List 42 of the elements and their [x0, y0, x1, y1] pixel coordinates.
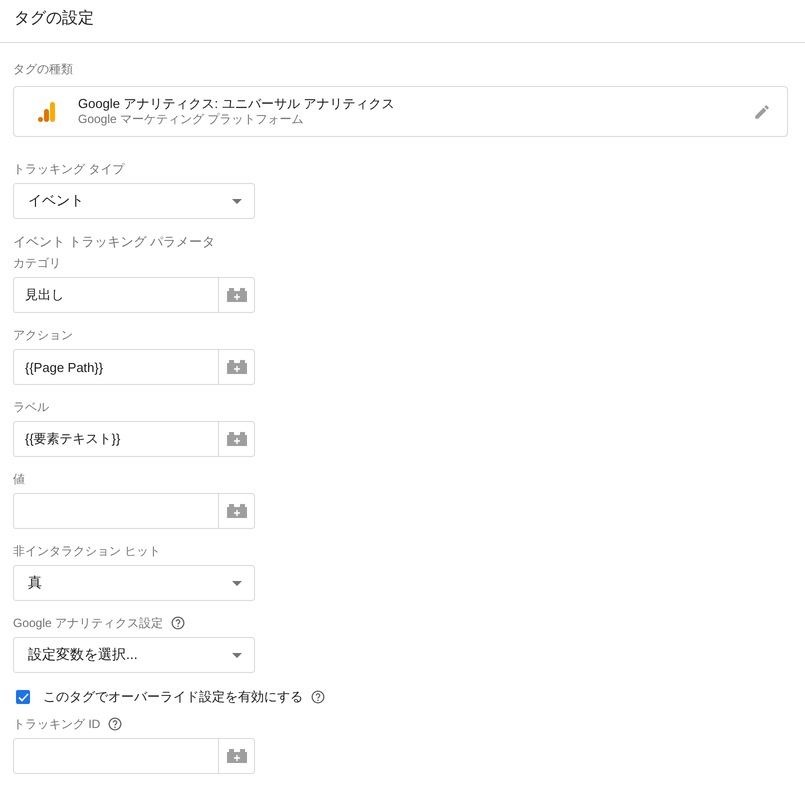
field-label: 非インタラクション ヒット: [13, 543, 160, 560]
dropdown-select[interactable]: 真: [13, 565, 255, 601]
insert-variable-button[interactable]: [218, 421, 255, 457]
section-heading: イベント トラッキング パラメータ: [13, 233, 216, 251]
dropdown-caret-icon: [232, 652, 242, 658]
insert-variable-button[interactable]: [218, 349, 255, 385]
tag-type-card[interactable]: Google アナリティクス: ユニバーサル アナリティクス Google マーケティング プラットフォーム: [13, 86, 788, 137]
dropdown-caret-icon: [232, 198, 242, 204]
tag-type-platform: Google マーケティング プラットフォーム: [78, 112, 304, 127]
text-input-field[interactable]: {{Page Path}}: [13, 349, 218, 385]
field-label: アクション: [13, 327, 73, 344]
text-input-field[interactable]: 見出し: [13, 277, 218, 313]
text-input-field[interactable]: [13, 738, 218, 774]
dropdown-select[interactable]: 設定変数を選択...: [13, 637, 255, 673]
bar-chart-icon: [38, 102, 56, 122]
variable-brick-icon: [226, 360, 246, 374]
help-icon[interactable]: [108, 717, 122, 731]
variable-brick-icon: [226, 504, 246, 518]
help-icon[interactable]: [311, 690, 325, 704]
variable-brick-icon: [226, 288, 246, 302]
checkbox-label: このタグでオーバーライド設定を有効にする: [43, 688, 303, 706]
field-label: ラベル: [13, 399, 49, 416]
tag-type-name: Google アナリティクス: ユニバーサル アナリティクス: [78, 96, 394, 112]
field-label: Google アナリティクス設定: [13, 615, 164, 632]
variable-brick-icon: [226, 749, 246, 763]
text-input-field[interactable]: {{要素テキスト}}: [13, 421, 218, 457]
pencil-icon: [753, 102, 771, 120]
checkbox[interactable]: [16, 690, 30, 704]
insert-variable-button[interactable]: [218, 738, 255, 774]
field-label: カテゴリ: [13, 255, 61, 272]
text-input-field[interactable]: [13, 493, 218, 529]
insert-variable-button[interactable]: [218, 277, 255, 313]
dropdown-caret-icon: [232, 580, 242, 586]
field-label: 値: [13, 471, 25, 488]
section-title: タグの設定: [14, 8, 94, 28]
insert-variable-button[interactable]: [218, 493, 255, 529]
field-label: トラッキング タイプ: [13, 161, 124, 178]
variable-brick-icon: [226, 432, 246, 446]
help-icon[interactable]: [171, 616, 186, 630]
field-label: トラッキング ID: [13, 716, 100, 733]
dropdown-select[interactable]: イベント: [13, 183, 255, 219]
field-label: タグの種類: [13, 61, 73, 78]
